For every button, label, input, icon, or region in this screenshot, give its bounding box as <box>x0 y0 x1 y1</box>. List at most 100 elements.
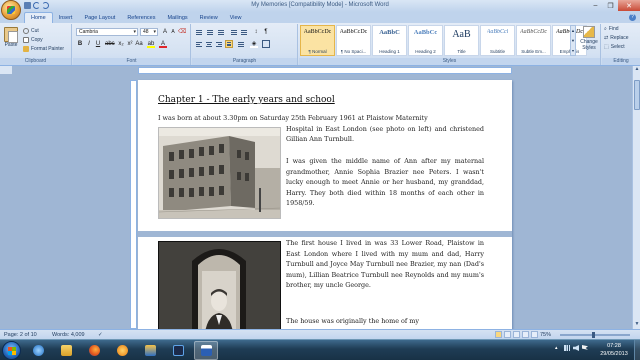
draft-icon[interactable] <box>531 331 538 338</box>
maternity-hospital-photo[interactable] <box>158 127 281 219</box>
word-icon[interactable] <box>194 341 218 360</box>
change-styles-icon <box>583 26 595 38</box>
scroll-down-icon[interactable]: ▼ <box>633 321 640 329</box>
italic-button[interactable]: I <box>85 40 93 48</box>
outlook-icon[interactable] <box>138 341 162 360</box>
change-styles-button[interactable]: Change Styles <box>578 26 600 51</box>
increase-indent-icon[interactable] <box>240 28 248 36</box>
zoom-slider-knob[interactable] <box>592 332 595 338</box>
justify-icon[interactable] <box>225 40 233 48</box>
superscript-icon[interactable]: x² <box>126 40 134 48</box>
style-name: Subtle Em... <box>521 49 546 54</box>
tab-insert[interactable]: Insert <box>53 13 79 23</box>
numbering-icon[interactable] <box>206 28 214 36</box>
copy-label: Copy <box>31 37 43 43</box>
tab-view[interactable]: View <box>224 13 248 23</box>
close-button[interactable]: ✕ <box>618 0 640 11</box>
tab-page-layout[interactable]: Page Layout <box>78 13 121 23</box>
tab-references[interactable]: References <box>121 13 161 23</box>
proofing-icon[interactable]: ✓ <box>98 332 103 338</box>
photoshop-icon[interactable] <box>166 341 190 360</box>
highlight-icon[interactable]: ab <box>147 40 155 48</box>
shading-icon[interactable]: ◈ <box>250 40 258 48</box>
zoom-slider[interactable] <box>560 332 630 338</box>
style-subtle-emphasis[interactable]: AaBbCcDc Subtle Em... <box>516 25 551 56</box>
font-color-icon[interactable]: A <box>159 40 167 48</box>
replace-button[interactable]: ⇄ Replace <box>604 35 629 41</box>
page-count[interactable]: Page: 2 of 10 <box>4 332 37 338</box>
flag-icon[interactable] <box>582 345 588 350</box>
chevron-down-icon[interactable]: ▼ <box>571 38 575 43</box>
grow-font-icon[interactable]: A <box>161 28 169 36</box>
show-hide-icon[interactable]: ¶ <box>262 28 270 36</box>
office-button[interactable] <box>1 0 21 20</box>
print-layout-icon[interactable] <box>495 331 502 338</box>
tab-mailings[interactable]: Mailings <box>161 13 193 23</box>
document-page[interactable]: Chapter 1 - The early years and school I… <box>138 80 512 340</box>
copy-icon <box>23 37 29 43</box>
clear-formatting-icon[interactable]: ⌫ <box>178 28 186 36</box>
find-button[interactable]: ⌕ Find <box>604 26 629 32</box>
styles-scroll[interactable]: ▲ ▼ ▾ <box>570 25 576 56</box>
underline-button[interactable]: U <box>94 40 102 48</box>
show-hidden-icons-icon[interactable]: ▴ <box>555 345 561 351</box>
zoom-level[interactable]: 75% <box>540 332 551 338</box>
strikethrough-icon[interactable]: abc <box>105 40 115 48</box>
style-title[interactable]: AaB Title <box>444 25 479 56</box>
media-player-icon[interactable] <box>110 341 134 360</box>
outline-icon[interactable] <box>522 331 529 338</box>
network-icon[interactable] <box>564 345 570 351</box>
chevron-up-icon[interactable]: ▲ <box>571 28 575 33</box>
horizontal-ruler[interactable] <box>138 67 512 74</box>
internet-explorer-icon[interactable] <box>26 341 50 360</box>
tab-review[interactable]: Review <box>194 13 224 23</box>
shrink-font-icon[interactable]: A <box>169 28 177 36</box>
system-tray: ▴ <box>555 345 588 351</box>
style-normal[interactable]: AaBbCcDc ¶ Normal <box>300 25 335 56</box>
minimize-button[interactable]: – <box>588 0 603 11</box>
select-button[interactable]: ⬚ Select <box>604 44 629 50</box>
firefox-icon[interactable] <box>82 341 106 360</box>
full-screen-reading-icon[interactable] <box>504 331 511 338</box>
format-painter-button[interactable]: Format Painter <box>23 46 64 52</box>
line-spacing-icon[interactable] <box>237 40 245 48</box>
help-icon[interactable]: ? <box>629 14 636 21</box>
taskbar-clock[interactable]: 07:28 29/05/2013 <box>596 342 632 358</box>
web-layout-icon[interactable] <box>513 331 520 338</box>
format-painter-label: Format Painter <box>31 46 65 52</box>
more-icon[interactable]: ▾ <box>572 48 574 53</box>
scroll-up-icon[interactable]: ▲ <box>633 66 640 74</box>
copy-button[interactable]: Copy <box>23 37 43 43</box>
paste-button[interactable]: Paste <box>3 27 19 51</box>
sort-icon[interactable]: ↕ <box>252 28 260 36</box>
multilevel-list-icon[interactable] <box>217 28 225 36</box>
show-desktop-button[interactable] <box>634 340 640 360</box>
family-portrait-photo[interactable] <box>158 241 281 340</box>
subscript-icon[interactable]: x₂ <box>117 40 125 48</box>
maximize-button[interactable]: ❐ <box>603 0 618 11</box>
word-count[interactable]: Words: 4,009 <box>52 332 85 338</box>
tab-home[interactable]: Home <box>24 12 53 23</box>
align-center-icon[interactable] <box>205 40 213 48</box>
cut-button[interactable]: Cut <box>23 28 39 34</box>
style-heading-2[interactable]: AaBbCc Heading 2 <box>408 25 443 56</box>
borders-icon[interactable] <box>262 40 270 48</box>
align-left-icon[interactable] <box>195 40 203 48</box>
vertical-scrollbar[interactable]: ▲ ▼ <box>632 66 640 329</box>
decrease-indent-icon[interactable] <box>230 28 238 36</box>
bold-button[interactable]: B <box>76 40 84 48</box>
font-size-select[interactable]: 48 <box>140 28 158 36</box>
start-button[interactable] <box>2 341 21 360</box>
volume-icon[interactable] <box>573 345 579 351</box>
bullets-icon[interactable] <box>195 28 203 36</box>
font-family-select[interactable]: Cambria <box>76 28 138 36</box>
vertical-ruler[interactable] <box>130 80 137 329</box>
explorer-icon[interactable] <box>54 341 78 360</box>
scrollbar-thumb[interactable] <box>634 80 640 110</box>
align-right-icon[interactable] <box>215 40 223 48</box>
style-subtitle[interactable]: AaBbCcl Subtitle <box>480 25 515 56</box>
style-heading-1[interactable]: AaBbC Heading 1 <box>372 25 407 56</box>
style-no-spacing[interactable]: AaBbCcDc ¶ No Spaci... <box>336 25 371 56</box>
tab-selector[interactable] <box>0 66 12 74</box>
change-case-icon[interactable]: Aa <box>135 40 143 48</box>
